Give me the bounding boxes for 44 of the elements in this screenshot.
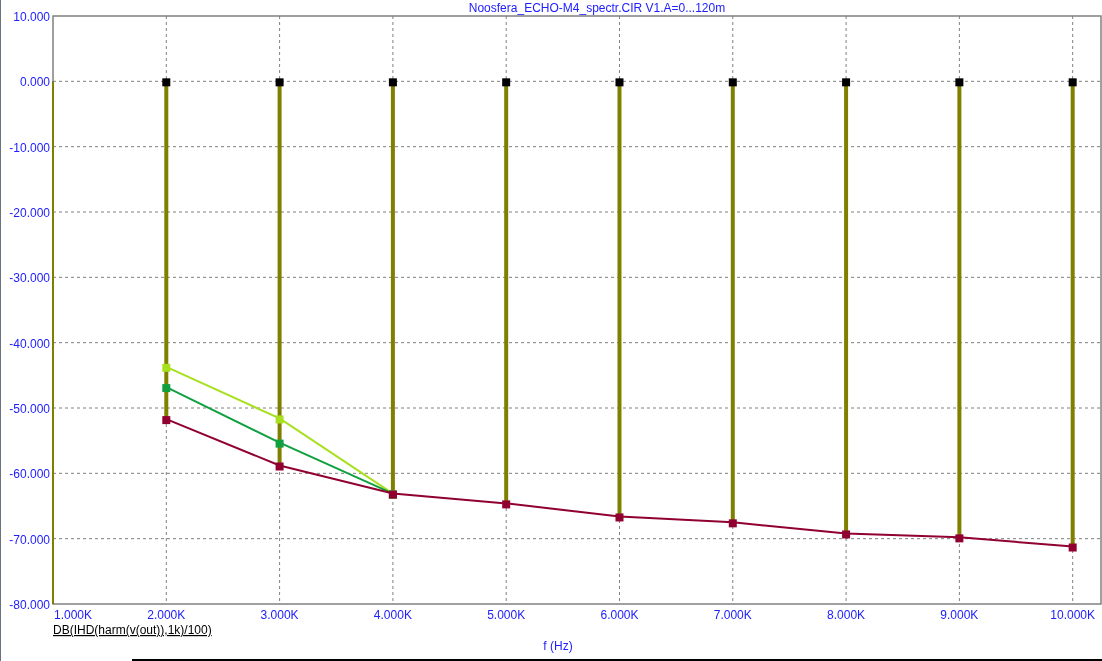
data-point	[615, 78, 624, 87]
x-axis-label: 7.000K	[713, 608, 752, 622]
data-point	[842, 530, 851, 539]
y-axis-label: 10.000	[13, 10, 50, 24]
x-axis-label: 5.000K	[487, 608, 526, 622]
data-point	[728, 78, 737, 87]
data-point	[615, 513, 624, 522]
x-axis-label: 10.000K	[1050, 608, 1096, 622]
x-axis-label: 6.000K	[600, 608, 639, 622]
y-axis-label: 0.000	[19, 75, 50, 90]
data-point	[275, 415, 284, 424]
trace-label: DB(IHD(harm(v(out)),1k)/100)	[53, 623, 212, 637]
data-point	[275, 78, 284, 87]
data-point	[162, 384, 171, 393]
chart-title: Noosfera_ECHO-M4_spectr.CIR V1.A=0...120m	[468, 1, 726, 15]
y-axis-label: -10.000	[9, 140, 50, 155]
y-axis-label: -30.000	[9, 271, 50, 286]
data-point	[1068, 543, 1077, 552]
x-axis-label: 1.000K	[54, 608, 93, 622]
y-axis-label: -20.000	[9, 206, 50, 220]
data-point	[842, 78, 851, 87]
x-axis-label: 8.000K	[827, 608, 866, 622]
y-axis-label: -40.000	[9, 336, 50, 351]
data-point	[162, 363, 171, 372]
data-point	[162, 78, 171, 87]
x-axis-label: 4.000K	[373, 608, 412, 622]
data-point	[728, 519, 737, 528]
x-axis-label: 9.000K	[940, 608, 979, 622]
data-point	[1068, 78, 1077, 87]
data-point	[955, 78, 964, 87]
data-point	[275, 439, 284, 448]
data-point	[162, 416, 171, 425]
x-axis-title: f (Hz)	[543, 639, 573, 653]
y-axis-label: -50.000	[9, 402, 50, 416]
x-axis-label: 2.000K	[147, 608, 186, 622]
data-point	[502, 500, 511, 509]
y-axis-label: -80.000	[9, 598, 50, 612]
data-point	[388, 78, 397, 87]
data-point	[955, 534, 964, 543]
data-point	[275, 462, 284, 471]
y-axis-label: -60.000	[9, 467, 50, 482]
y-axis-label: -70.000	[9, 532, 50, 547]
x-axis-label: 3.000K	[260, 608, 299, 622]
data-point	[502, 78, 511, 87]
